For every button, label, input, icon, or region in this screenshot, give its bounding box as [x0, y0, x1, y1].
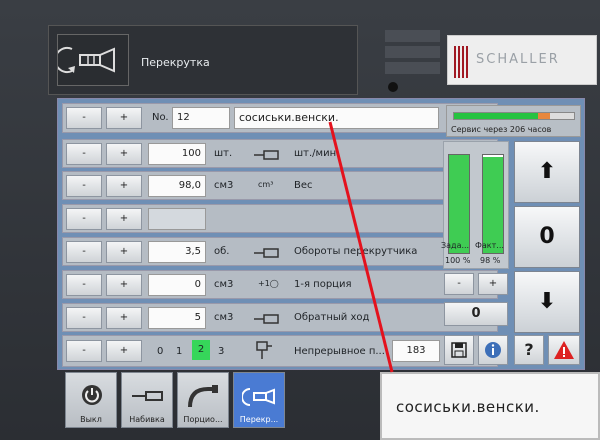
screen-frame: Перекрутка SCHALLER - + No. 12 сосиськи.…	[0, 0, 600, 440]
annotation-line	[328, 121, 394, 373]
